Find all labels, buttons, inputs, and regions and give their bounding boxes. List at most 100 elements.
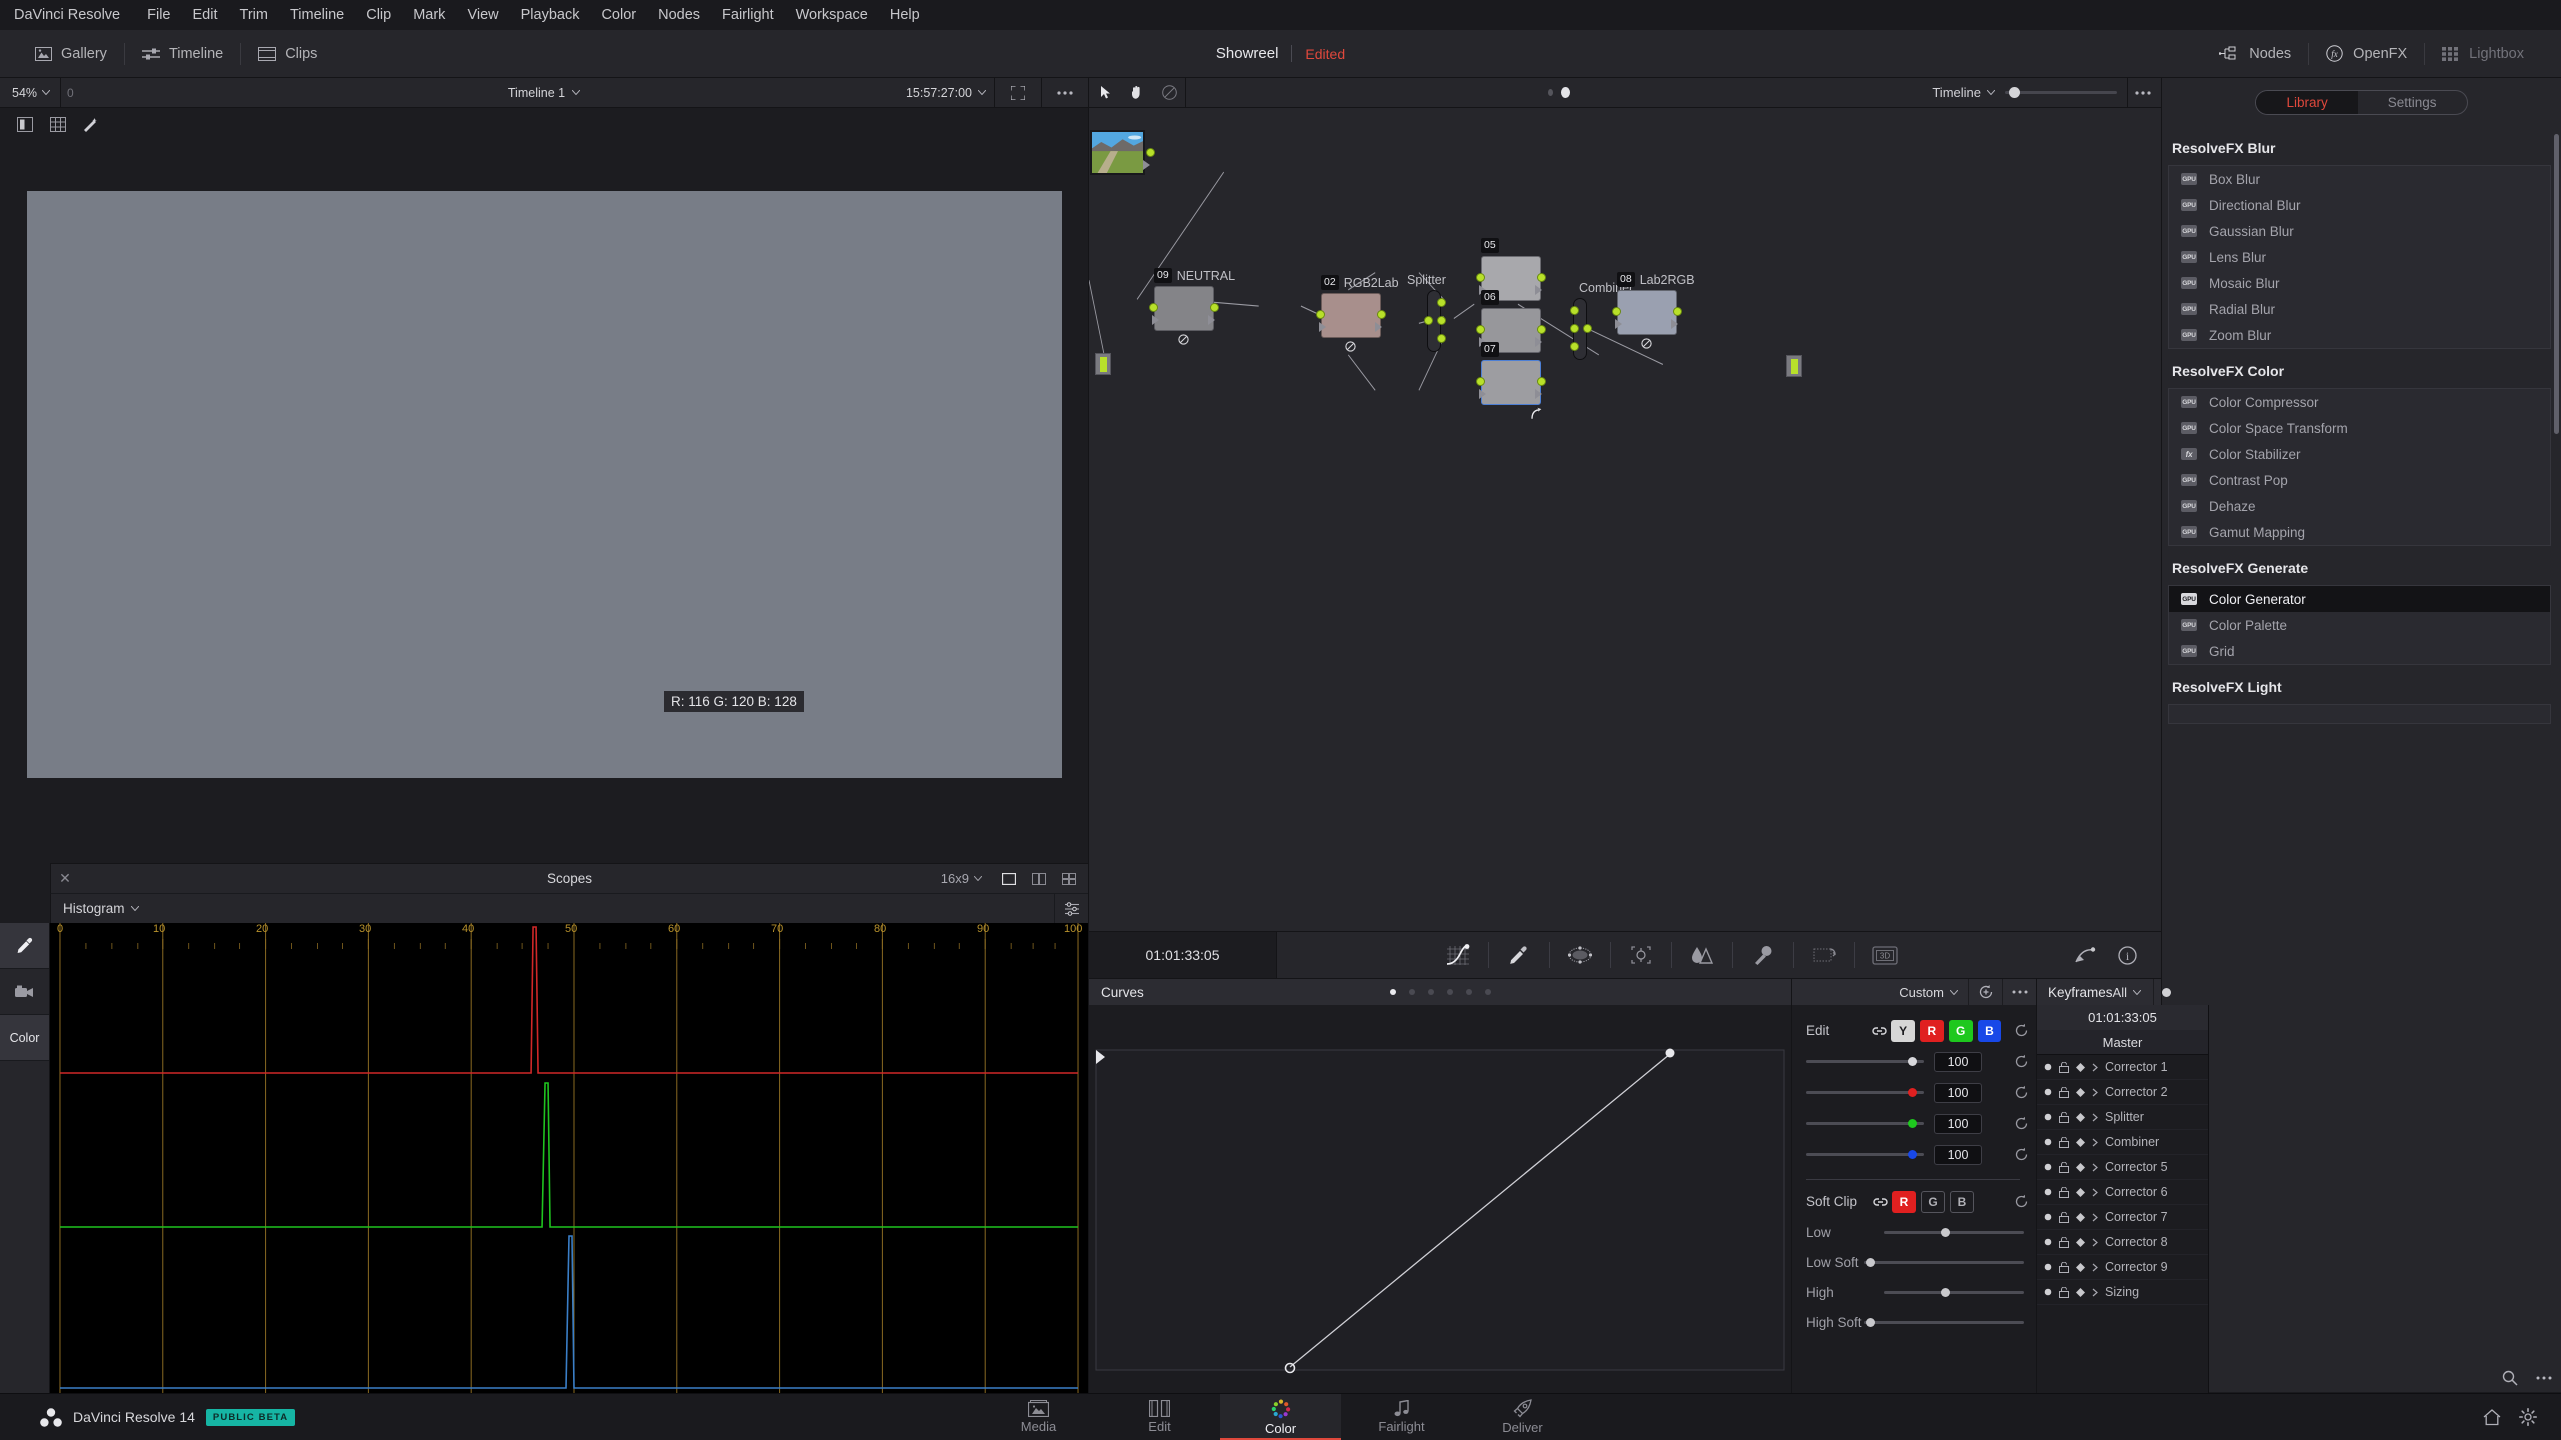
fx-item-dehaze[interactable]: GPU Dehaze xyxy=(2169,493,2550,519)
media-out-connector[interactable] xyxy=(1786,355,1802,377)
splitter-input-port[interactable] xyxy=(1424,316,1433,325)
search-icon[interactable] xyxy=(2493,1363,2527,1393)
keyframe-diamond-5[interactable] xyxy=(2076,1162,2085,1172)
lock-icon-10[interactable] xyxy=(2059,1286,2069,1298)
menu-item-nodes[interactable]: Nodes xyxy=(647,0,711,30)
expand-chevron-7[interactable] xyxy=(2092,1213,2098,1222)
lightbox-button[interactable]: Lightbox xyxy=(2425,39,2541,69)
expand-chevron-1[interactable] xyxy=(2092,1063,2098,1072)
reset-y-icon[interactable] xyxy=(2006,1054,2036,1069)
clips-button[interactable]: Clips xyxy=(241,39,334,69)
value-r[interactable]: 100 xyxy=(1934,1082,1982,1103)
node-02-input-port[interactable] xyxy=(1316,310,1325,319)
softclip-lowsoft-slider[interactable] xyxy=(1864,1253,2024,1271)
fx-item-lens-blur[interactable]: GPU Lens Blur xyxy=(2169,244,2550,270)
page-tab-media[interactable]: Media xyxy=(978,1394,1099,1440)
expand-chevron-5[interactable] xyxy=(2092,1163,2098,1172)
node-02-key-in[interactable] xyxy=(1319,322,1326,332)
slider-g[interactable] xyxy=(1806,1115,1924,1133)
softclip-chip-g[interactable]: G xyxy=(1921,1190,1945,1213)
softclip-low-slider[interactable] xyxy=(1884,1223,2024,1241)
node-07-input-port[interactable] xyxy=(1476,377,1485,386)
fx-item-directional-blur[interactable]: GPU Directional Blur xyxy=(2169,192,2550,218)
combiner-in-2[interactable] xyxy=(1570,324,1579,333)
channel-chip-r[interactable]: R xyxy=(1919,1019,1944,1042)
reset-edit-icon[interactable] xyxy=(2006,1023,2036,1038)
curves-dot-6[interactable] xyxy=(1484,989,1491,995)
fx-item-grid[interactable]: GPU Grid xyxy=(2169,638,2550,664)
expand-chevron-4[interactable] xyxy=(2092,1138,2098,1147)
splitter-out-1[interactable] xyxy=(1437,298,1446,307)
fullscreen-button[interactable] xyxy=(1003,78,1033,108)
fx-item-contrast-pop[interactable]: GPU Contrast Pop xyxy=(2169,467,2550,493)
value-b[interactable]: 100 xyxy=(1934,1144,1982,1165)
curves-tool-icon[interactable] xyxy=(1428,932,1488,979)
eyedropper-tool[interactable] xyxy=(0,923,49,969)
node-options-button[interactable] xyxy=(2127,77,2157,108)
hand-tool-icon[interactable] xyxy=(1121,78,1153,108)
color-warper-icon[interactable] xyxy=(2065,932,2105,979)
lock-icon-2[interactable] xyxy=(2059,1086,2069,1098)
node-timeline-dropdown[interactable]: Timeline xyxy=(1932,85,1995,100)
node-08-box[interactable] xyxy=(1617,290,1677,335)
key-tool-icon[interactable] xyxy=(1733,932,1793,979)
keyframe-diamond-1[interactable] xyxy=(2076,1062,2085,1072)
softclip-chip-b[interactable]: B xyxy=(1950,1190,1974,1213)
slider-b[interactable] xyxy=(1806,1146,1924,1164)
node-02-key-out[interactable] xyxy=(1375,322,1382,332)
curves-graph[interactable] xyxy=(1095,1022,1785,1377)
node-07-key-out[interactable] xyxy=(1535,389,1542,399)
keyframe-diamond-6[interactable] xyxy=(2076,1187,2085,1197)
node-02-output-port[interactable] xyxy=(1377,310,1386,319)
camera-raw-tool[interactable] xyxy=(0,969,49,1015)
page-tab-deliver[interactable]: Deliver xyxy=(1462,1394,1583,1440)
node-09-neutral[interactable]: 09 NEUTRAL xyxy=(1149,268,1235,345)
node-07-box[interactable] xyxy=(1481,360,1541,405)
grid-overlay-icon[interactable] xyxy=(43,111,73,139)
node-08-output-port[interactable] xyxy=(1673,307,1682,316)
splitter-out-3[interactable] xyxy=(1437,334,1446,343)
keyframe-diamond-2[interactable] xyxy=(2076,1087,2085,1097)
fx-item-gaussian-blur[interactable]: GPU Gaussian Blur xyxy=(2169,218,2550,244)
node-07[interactable]: 07 xyxy=(1476,342,1546,420)
cursor-tool-icon[interactable] xyxy=(1089,78,1121,108)
tab-settings[interactable]: Settings xyxy=(2358,91,2467,114)
video-preview[interactable] xyxy=(27,191,1062,778)
add-keyframe-button[interactable] xyxy=(1968,979,2002,1005)
menu-item-timeline[interactable]: Timeline xyxy=(279,0,355,30)
node-page-dots[interactable] xyxy=(1186,87,1932,98)
lock-icon-8[interactable] xyxy=(2059,1236,2069,1248)
keyframe-diamond-10[interactable] xyxy=(2076,1287,2085,1297)
node-06-input-port[interactable] xyxy=(1476,325,1485,334)
track-enable-dot-5[interactable] xyxy=(2044,1163,2052,1171)
menu-item-edit[interactable]: Edit xyxy=(182,0,229,30)
gear-icon[interactable] xyxy=(2513,1402,2543,1432)
curves-dot-3[interactable] xyxy=(1427,989,1434,995)
track-enable-dot-6[interactable] xyxy=(2044,1188,2052,1196)
disable-tool-icon[interactable] xyxy=(1153,78,1185,108)
softclip-chip-r[interactable]: R xyxy=(1892,1190,1916,1213)
curves-dot-5[interactable] xyxy=(1465,989,1472,995)
nodes-button[interactable]: Nodes xyxy=(2202,39,2308,69)
node-combiner[interactable]: Combiner xyxy=(1570,281,1633,360)
scopes-aspect-dropdown[interactable]: 16x9 xyxy=(929,871,994,886)
scopes-layout-single[interactable] xyxy=(994,864,1024,894)
link-softclip-icon[interactable] xyxy=(1868,1196,1892,1208)
timeline-button[interactable]: Timeline xyxy=(125,39,240,69)
expand-chevron-3[interactable] xyxy=(2092,1113,2098,1122)
node-07-output-port[interactable] xyxy=(1537,377,1546,386)
lock-icon-6[interactable] xyxy=(2059,1186,2069,1198)
node-zoom-slider[interactable] xyxy=(2005,78,2117,108)
slider-r[interactable] xyxy=(1806,1084,1924,1102)
fx-item-radial-blur[interactable]: GPU Radial Blur xyxy=(2169,296,2550,322)
splitter-out-2[interactable] xyxy=(1437,316,1446,325)
node-graph[interactable]: 09 NEUTRAL 02 RGB2Lab Splitter 05 06 07 … xyxy=(1089,108,2161,931)
track-enable-dot-7[interactable] xyxy=(2044,1213,2052,1221)
node-09-input-port[interactable] xyxy=(1149,303,1158,312)
node-page-dot-2[interactable] xyxy=(1561,87,1571,98)
qualifier-eyedropper-icon[interactable] xyxy=(1489,932,1549,979)
expand-chevron-10[interactable] xyxy=(2092,1288,2098,1297)
effects-list-scroll[interactable]: ResolveFX Blur GPU Box Blur GPU Directiona… xyxy=(2162,126,2561,1363)
node-09-key-out[interactable] xyxy=(1208,315,1215,325)
effects-scrollbar[interactable] xyxy=(2554,134,2559,434)
